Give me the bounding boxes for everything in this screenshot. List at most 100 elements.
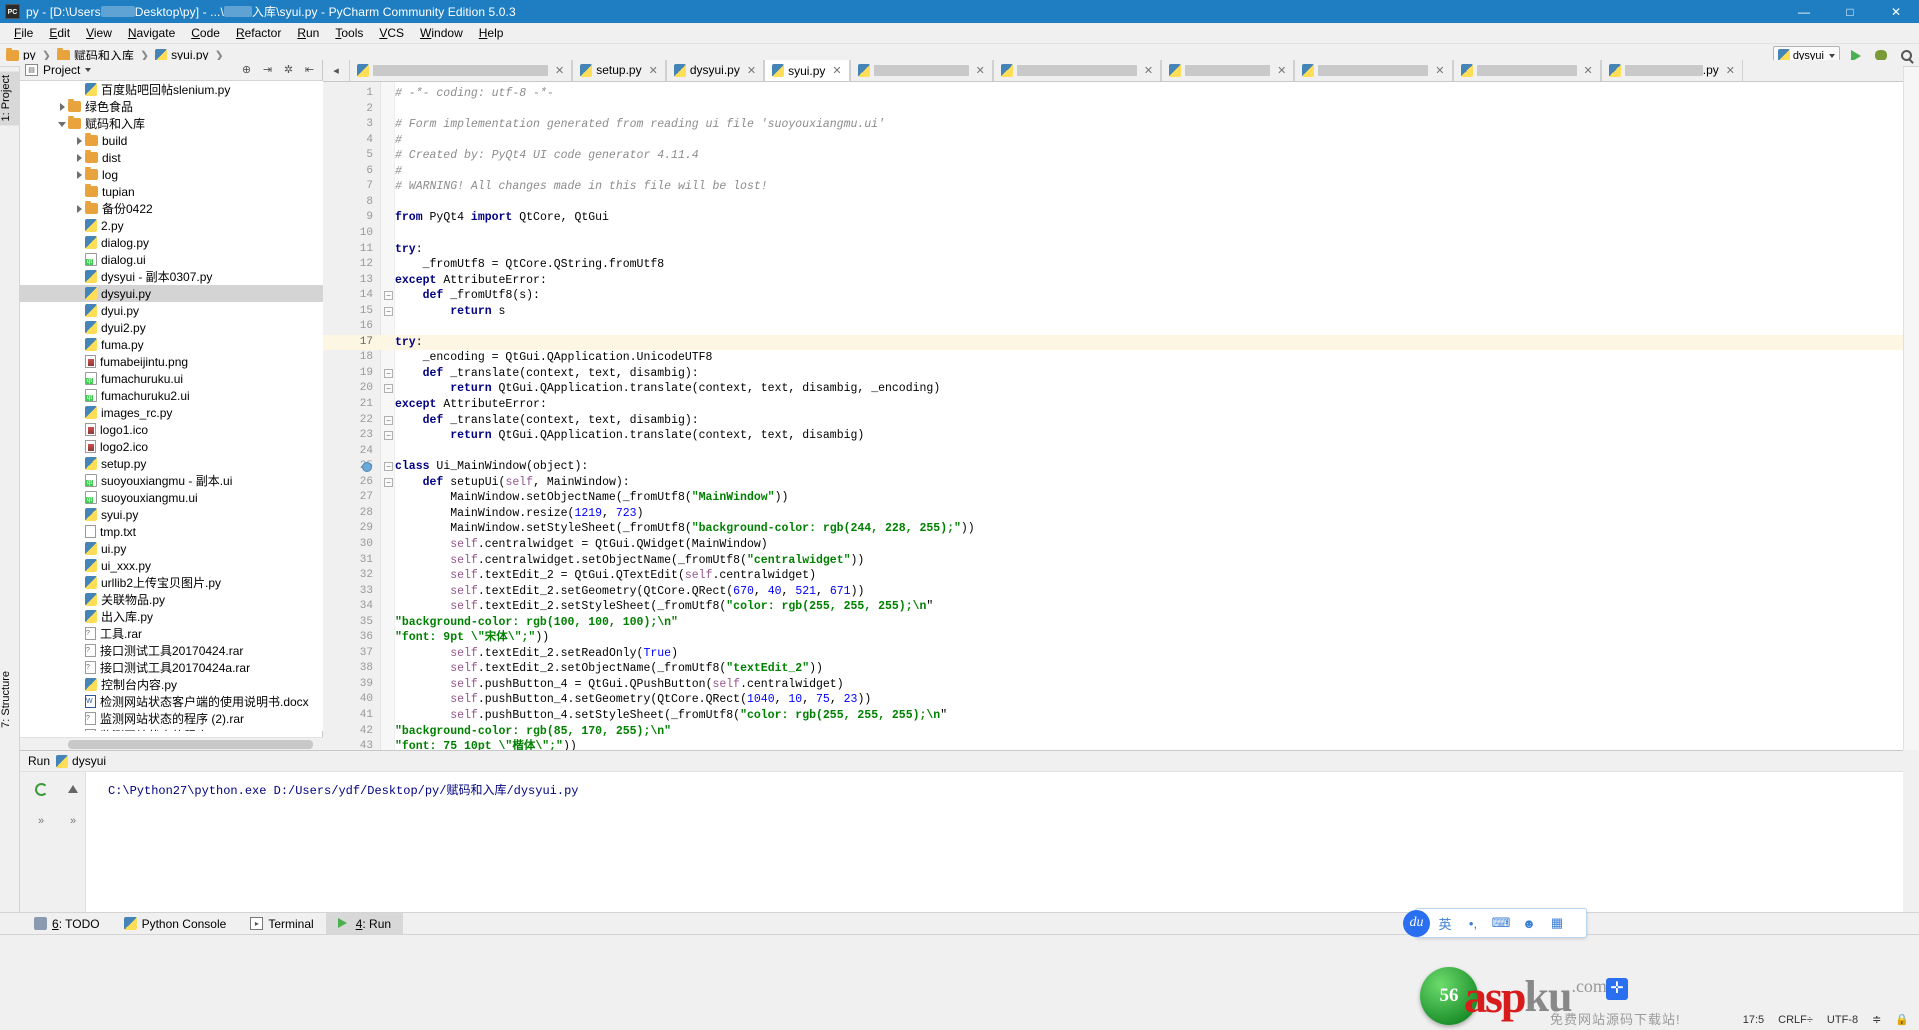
close-tab-icon[interactable]: ✕	[832, 64, 841, 77]
tool-window-tab-7-structure[interactable]: 7: Structure	[0, 667, 20, 732]
tree-row[interactable]: dialog.py	[20, 234, 323, 251]
menu-item-help[interactable]: Help	[471, 24, 512, 42]
code-editor[interactable]: 1# -*- coding: utf-8 -*-23# Form impleme…	[323, 82, 1903, 750]
tree-row[interactable]: urllib2上传宝贝图片.py	[20, 574, 323, 591]
code-fold-icon[interactable]: −	[384, 291, 393, 300]
tree-row[interactable]: images_rc.py	[20, 404, 323, 421]
code-line-30[interactable]: 30 self.centralwidget = QtGui.QWidget(Ma…	[323, 537, 1903, 553]
code-line-17[interactable]: 17try:	[323, 335, 1903, 351]
code-line-36[interactable]: 36"font: 9pt \"宋体\";"))	[323, 630, 1903, 646]
menu-item-code[interactable]: Code	[183, 24, 228, 42]
code-line-33[interactable]: 33 self.textEdit_2.setGeometry(QtCore.QR…	[323, 584, 1903, 600]
menu-item-window[interactable]: Window	[412, 24, 471, 42]
menu-item-view[interactable]: View	[78, 24, 120, 42]
editor-tab-0[interactable]: ✕	[349, 60, 572, 81]
bottom-tab-python-console[interactable]: Python Console	[112, 913, 239, 935]
code-line-11[interactable]: 11try:	[323, 242, 1903, 258]
chevron-right-icon[interactable]	[74, 152, 85, 163]
menu-item-file[interactable]: File	[6, 24, 41, 42]
code-line-22[interactable]: 22− def _translate(context, text, disamb…	[323, 413, 1903, 429]
code-line-25[interactable]: 25−class Ui_MainWindow(object):	[323, 459, 1903, 475]
bottom-tab-terminal[interactable]: ▸Terminal	[238, 913, 325, 935]
code-line-12[interactable]: 12 _fromUtf8 = QtCore.QString.fromUtf8	[323, 257, 1903, 273]
code-line-27[interactable]: 27 MainWindow.setObjectName(_fromUtf8("M…	[323, 490, 1903, 506]
tree-row[interactable]: W检测网站状态客户端的使用说明书.docx	[20, 693, 323, 710]
menu-item-edit[interactable]: Edit	[41, 24, 78, 42]
tool-window-tab-1-project[interactable]: 1: Project	[0, 71, 20, 125]
ime-toolbar[interactable]: du 英 •, ⌨ ☻ ▦	[1415, 908, 1587, 938]
code-line-32[interactable]: 32 self.textEdit_2 = QtGui.QTextEdit(sel…	[323, 568, 1903, 584]
code-line-8[interactable]: 8	[323, 195, 1903, 211]
expand-button-2[interactable]: »	[62, 810, 84, 832]
tree-row[interactable]: suoyouxiangmu.ui	[20, 489, 323, 506]
code-line-9[interactable]: 9from PyQt4 import QtCore, QtGui	[323, 210, 1903, 226]
code-line-31[interactable]: 31 self.centralwidget.setObjectName(_fro…	[323, 553, 1903, 569]
ime-language-toggle[interactable]: 英	[1432, 910, 1458, 936]
code-line-10[interactable]: 10	[323, 226, 1903, 242]
tree-row[interactable]: 控制台内容.py	[20, 676, 323, 693]
code-line-41[interactable]: 41 self.pushButton_4.setStyleSheet(_from…	[323, 708, 1903, 724]
code-line-2[interactable]: 2	[323, 102, 1903, 118]
code-line-13[interactable]: 13except AttributeError:	[323, 273, 1903, 289]
tree-row[interactable]: dysyui - 副本0307.py	[20, 268, 323, 285]
close-tab-icon[interactable]: ✕	[555, 64, 564, 77]
project-tree-hscrollbar[interactable]	[20, 737, 323, 750]
lock-icon[interactable]: 🔒	[1895, 1013, 1909, 1026]
code-line-21[interactable]: 21except AttributeError:	[323, 397, 1903, 413]
close-tab-icon[interactable]: ✕	[1144, 64, 1153, 77]
close-tab-icon[interactable]: ✕	[1435, 64, 1444, 77]
close-tab-icon[interactable]: ✕	[649, 64, 658, 77]
menu-item-run[interactable]: Run	[289, 24, 327, 42]
menu-item-refactor[interactable]: Refactor	[228, 24, 289, 42]
tree-row[interactable]: ?监测网站状态的程序 (2).rar	[20, 710, 323, 727]
apps-icon[interactable]: ▦	[1544, 910, 1570, 936]
code-line-18[interactable]: 18 _encoding = QtGui.QApplication.Unicod…	[323, 350, 1903, 366]
tree-row[interactable]: fumabeijintu.png	[20, 353, 323, 370]
tree-row[interactable]: 备份0422	[20, 200, 323, 217]
tree-row[interactable]: tmp.txt	[20, 523, 323, 540]
menu-item-tools[interactable]: Tools	[327, 24, 371, 42]
bottom-tab-4-run[interactable]: 4: Run	[326, 913, 403, 935]
tree-row[interactable]: dist	[20, 149, 323, 166]
tree-row[interactable]: 百度贴吧回帖slenium.py	[20, 81, 323, 98]
editor-tab-7[interactable]: ✕	[1294, 60, 1452, 81]
code-line-20[interactable]: 20− return QtGui.QApplication.translate(…	[323, 381, 1903, 397]
code-fold-icon[interactable]: −	[384, 416, 393, 425]
code-fold-icon[interactable]: −	[384, 369, 393, 378]
tree-row[interactable]: ?接口测试工具20170424.rar	[20, 642, 323, 659]
tree-row[interactable]: ?工具.rar	[20, 625, 323, 642]
code-fold-icon[interactable]: −	[384, 431, 393, 440]
tree-row[interactable]: fumachuruku.ui	[20, 370, 323, 387]
code-line-24[interactable]: 24	[323, 444, 1903, 460]
close-tab-icon[interactable]: ✕	[1584, 64, 1593, 77]
minimize-button[interactable]: —	[1781, 0, 1827, 23]
code-line-42[interactable]: 42"background-color: rgb(85, 170, 255);\…	[323, 724, 1903, 740]
tree-row[interactable]: logo2.ico	[20, 438, 323, 455]
tree-row[interactable]: dyui2.py	[20, 319, 323, 336]
close-button[interactable]: ✕	[1873, 0, 1919, 23]
tree-row[interactable]: suoyouxiangmu - 副本.ui	[20, 472, 323, 489]
code-line-6[interactable]: 6#	[323, 164, 1903, 180]
code-fold-icon[interactable]: −	[384, 462, 393, 471]
indent-setting[interactable]: ≑	[1872, 1013, 1881, 1026]
code-line-1[interactable]: 1# -*- coding: utf-8 -*-	[323, 86, 1903, 102]
code-line-4[interactable]: 4#	[323, 133, 1903, 149]
tree-row[interactable]: 绿色食品	[20, 98, 323, 115]
tree-row[interactable]: syui.py	[20, 506, 323, 523]
tree-row[interactable]: ?接口测试工具20170424a.rar	[20, 659, 323, 676]
close-tab-icon[interactable]: ✕	[976, 64, 985, 77]
code-line-29[interactable]: 29 MainWindow.setStyleSheet(_fromUtf8("b…	[323, 521, 1903, 537]
editor-tab-8[interactable]: ✕	[1453, 60, 1601, 81]
tree-row[interactable]: build	[20, 132, 323, 149]
code-fold-icon[interactable]: −	[384, 307, 393, 316]
keyboard-icon[interactable]: ⌨	[1488, 910, 1514, 936]
project-file-tree[interactable]: 百度贴吧回帖slenium.py绿色食品赋码和入库builddistlogtup…	[20, 81, 323, 731]
close-tab-icon[interactable]: ✕	[1726, 64, 1735, 77]
collapse-all-icon[interactable]: ⇥	[261, 64, 274, 77]
editor-tab-6[interactable]: ✕	[1161, 60, 1294, 81]
expand-button-1[interactable]: »	[30, 810, 52, 832]
tree-row[interactable]: log	[20, 166, 323, 183]
code-line-28[interactable]: 28 MainWindow.resize(1219, 723)	[323, 506, 1903, 522]
gutter-marker-icon[interactable]	[361, 461, 372, 472]
code-line-16[interactable]: 16	[323, 319, 1903, 335]
